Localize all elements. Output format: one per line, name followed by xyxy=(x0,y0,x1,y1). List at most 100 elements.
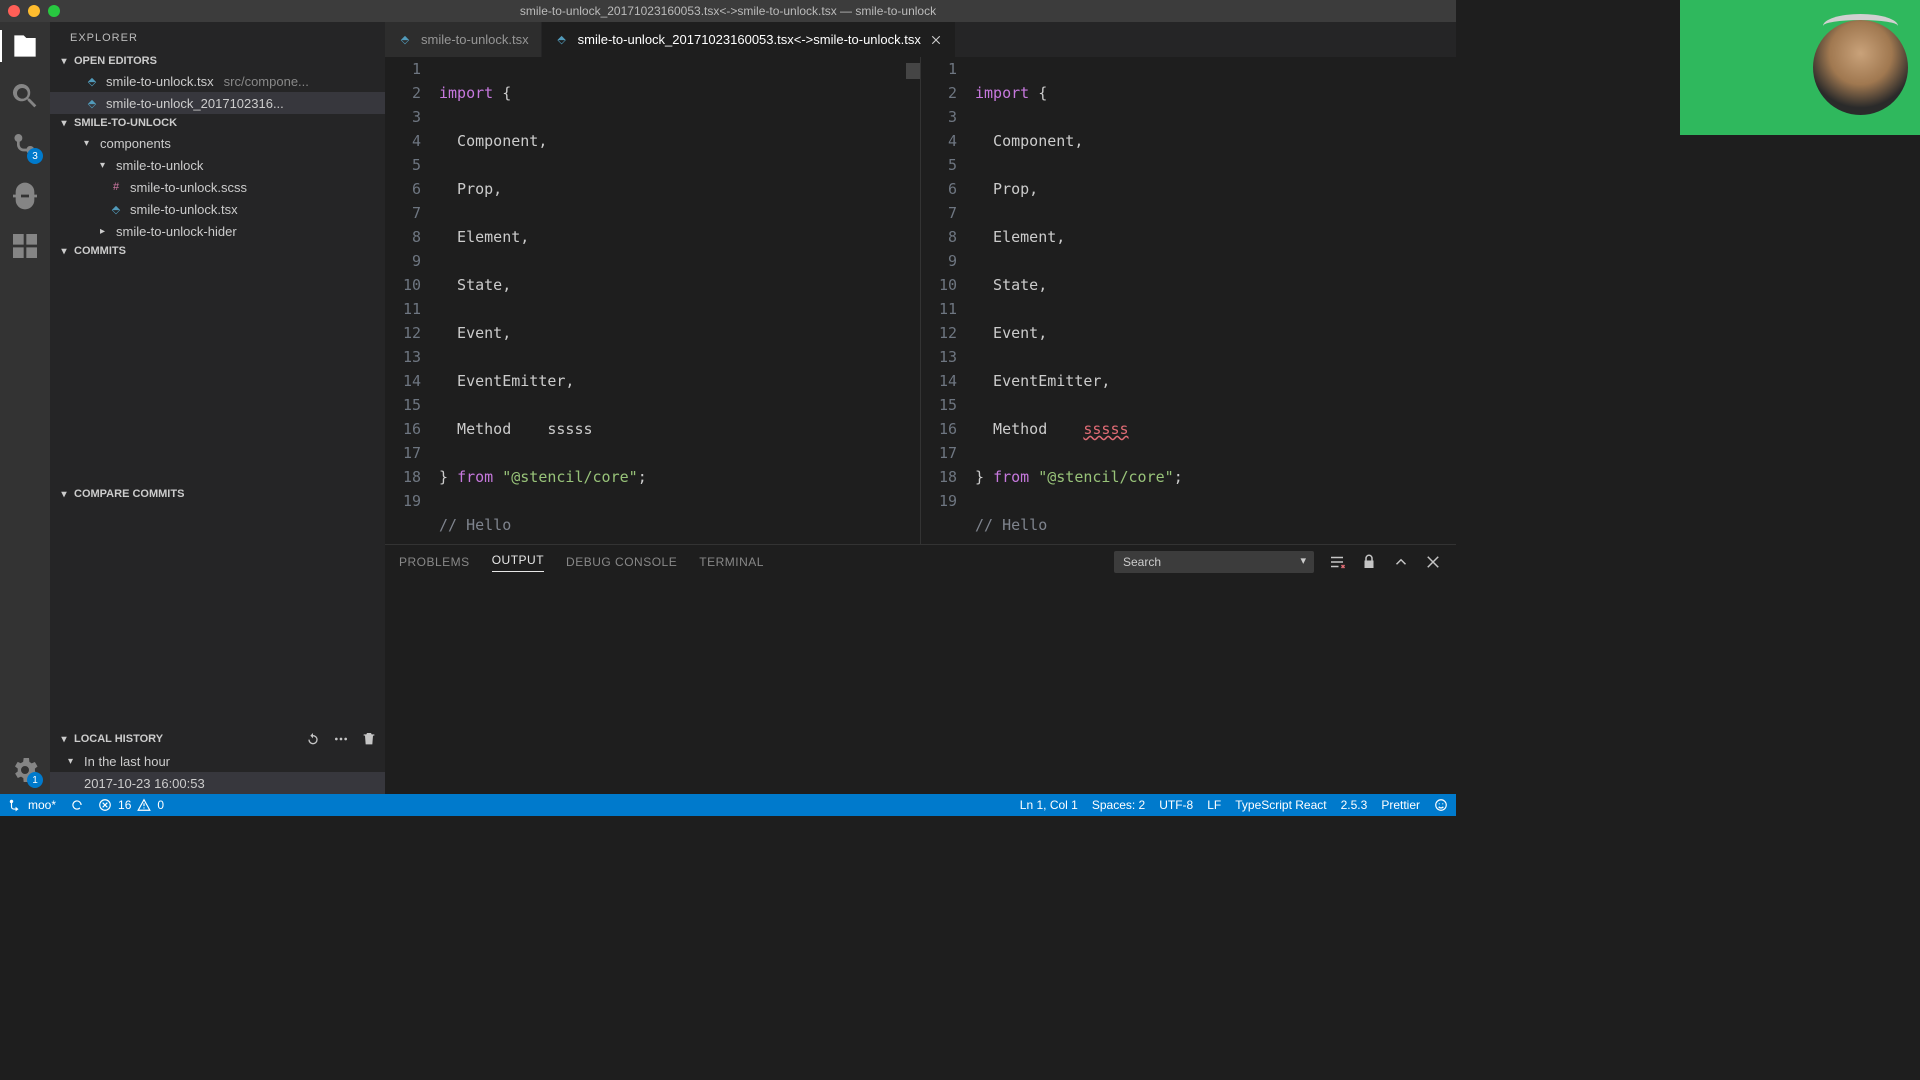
history-group[interactable]: ▾ In the last hour xyxy=(50,750,385,772)
prettier-status[interactable]: Prettier xyxy=(1381,798,1420,812)
tab-left[interactable]: ⬘ smile-to-unlock.tsx xyxy=(385,22,542,57)
expand-panel-icon[interactable] xyxy=(1392,553,1410,571)
local-history-header[interactable]: ▾ LOCAL HISTORY xyxy=(50,728,385,750)
feedback-icon[interactable] xyxy=(1434,798,1448,812)
folder-label: smile-to-unlock-hider xyxy=(116,224,237,239)
more-icon[interactable] xyxy=(333,731,349,747)
explorer-icon[interactable] xyxy=(9,30,41,62)
chevron-down-icon: ▾ xyxy=(58,246,70,257)
close-tab-icon[interactable] xyxy=(929,33,943,47)
output-channel-select[interactable]: Search xyxy=(1114,551,1314,573)
editor-area: ⬘ smile-to-unlock.tsx ⬘ smile-to-unlock_… xyxy=(385,22,1456,794)
diff-right-pane[interactable]: 12345678910111213141516171819 import { C… xyxy=(920,57,1456,544)
commits-header[interactable]: ▾ COMMITS xyxy=(50,242,385,260)
problems-status[interactable]: 16 0 xyxy=(98,798,164,812)
folder-smile-to-unlock[interactable]: ▾ smile-to-unlock xyxy=(50,154,385,176)
folder-hider[interactable]: ▸ smile-to-unlock-hider xyxy=(50,220,385,242)
folder-label: smile-to-unlock xyxy=(116,158,203,173)
scm-badge: 3 xyxy=(27,148,43,164)
open-editors-list: ⬘ smile-to-unlock.tsx src/compone... ⬘ s… xyxy=(50,70,385,114)
tab-label: smile-to-unlock.tsx xyxy=(421,32,529,47)
error-count: 16 xyxy=(118,798,131,812)
local-history-label: LOCAL HISTORY xyxy=(74,733,163,745)
commits-body xyxy=(50,260,385,485)
sidebar: EXPLORER ▾ OPEN EDITORS ⬘ smile-to-unloc… xyxy=(50,22,385,794)
minimize-window-button[interactable] xyxy=(28,5,40,17)
file-scss[interactable]: # smile-to-unlock.scss xyxy=(50,176,385,198)
clear-output-icon[interactable] xyxy=(1328,553,1346,571)
tab-diff[interactable]: ⬘ smile-to-unlock_20171023160053.tsx<->s… xyxy=(542,22,956,57)
branch-label: moo* xyxy=(28,798,56,812)
project-header[interactable]: ▾ SMILE-TO-UNLOCK xyxy=(50,114,385,132)
file-tsx[interactable]: ⬘ smile-to-unlock.tsx xyxy=(50,198,385,220)
language-status[interactable]: TypeScript React xyxy=(1235,798,1326,812)
settings-icon[interactable]: 1 xyxy=(9,754,41,786)
line-gutter: 12345678910111213141516171819 xyxy=(385,57,435,544)
open-editor-item[interactable]: ⬘ smile-to-unlock.tsx src/compone... xyxy=(50,70,385,92)
open-editor-item[interactable]: ⬘ smile-to-unlock_2017102316... xyxy=(50,92,385,114)
chevron-down-icon: ▾ xyxy=(100,160,110,171)
close-window-button[interactable] xyxy=(8,5,20,17)
output-body[interactable] xyxy=(385,579,1456,794)
compare-commits-header[interactable]: ▾ COMPARE COMMITS xyxy=(50,485,385,503)
typescript-version[interactable]: 2.5.3 xyxy=(1341,798,1368,812)
open-editors-header[interactable]: ▾ OPEN EDITORS xyxy=(50,52,385,70)
chevron-down-icon: ▾ xyxy=(84,138,94,149)
indentation-status[interactable]: Spaces: 2 xyxy=(1092,798,1145,812)
cursor-position[interactable]: Ln 1, Col 1 xyxy=(1020,798,1078,812)
minimap-thumb[interactable] xyxy=(906,63,920,79)
smiley-icon xyxy=(1434,798,1448,812)
window-title: smile-to-unlock_20171023160053.tsx<->smi… xyxy=(0,4,1456,18)
diff-left-pane[interactable]: 12345678910111213141516171819 import { C… xyxy=(385,57,920,544)
activity-bar: 3 1 xyxy=(0,22,50,794)
refresh-icon[interactable] xyxy=(305,731,321,747)
branch-status[interactable]: moo* xyxy=(8,798,56,812)
tsx-file-icon: ⬘ xyxy=(397,32,413,48)
diff-editor[interactable]: 12345678910111213141516171819 import { C… xyxy=(385,57,1456,544)
webcam-overlay xyxy=(1680,0,1920,135)
tab-output[interactable]: OUTPUT xyxy=(492,553,544,572)
close-panel-icon[interactable] xyxy=(1424,553,1442,571)
file-label: smile-to-unlock.tsx xyxy=(130,202,238,217)
warning-icon xyxy=(137,798,151,812)
tsx-file-icon: ⬘ xyxy=(554,32,570,48)
chevron-down-icon: ▾ xyxy=(68,756,78,767)
file-hint: src/compone... xyxy=(224,74,309,89)
tab-debug-console[interactable]: DEBUG CONSOLE xyxy=(566,555,677,569)
scss-file-icon: # xyxy=(108,179,124,195)
tab-terminal[interactable]: TERMINAL xyxy=(699,555,764,569)
debug-icon[interactable] xyxy=(9,180,41,212)
extensions-icon[interactable] xyxy=(9,230,41,262)
headset-icon xyxy=(1823,14,1898,38)
open-editors-label: OPEN EDITORS xyxy=(74,55,157,67)
zoom-window-button[interactable] xyxy=(48,5,60,17)
folder-label: components xyxy=(100,136,171,151)
warning-count: 0 xyxy=(157,798,164,812)
titlebar: smile-to-unlock_20171023160053.tsx<->smi… xyxy=(0,0,1456,22)
chevron-right-icon: ▸ xyxy=(100,226,110,237)
chevron-down-icon: ▾ xyxy=(58,118,70,129)
history-entry-label: 2017-10-23 16:00:53 xyxy=(84,776,205,791)
source-control-icon[interactable]: 3 xyxy=(9,130,41,162)
error-icon xyxy=(98,798,112,812)
folder-components[interactable]: ▾ components xyxy=(50,132,385,154)
chevron-down-icon: ▾ xyxy=(58,734,70,745)
code-left[interactable]: import { Component, Prop, Element, State… xyxy=(435,57,920,544)
sidebar-title: EXPLORER xyxy=(50,22,385,52)
tab-problems[interactable]: PROBLEMS xyxy=(399,555,470,569)
tab-label: smile-to-unlock_20171023160053.tsx<->smi… xyxy=(578,32,921,47)
file-label: smile-to-unlock_2017102316... xyxy=(106,96,284,111)
bottom-panel: PROBLEMS OUTPUT DEBUG CONSOLE TERMINAL S… xyxy=(385,544,1456,794)
search-icon[interactable] xyxy=(9,80,41,112)
trash-icon[interactable] xyxy=(361,731,377,747)
chevron-down-icon: ▾ xyxy=(58,489,70,500)
lock-scroll-icon[interactable] xyxy=(1360,553,1378,571)
git-branch-icon xyxy=(8,798,22,812)
tsx-file-icon: ⬘ xyxy=(84,73,100,89)
code-right[interactable]: import { Component, Prop, Element, State… xyxy=(971,57,1456,544)
history-entry[interactable]: 2017-10-23 16:00:53 xyxy=(50,772,385,794)
status-bar: moo* 16 0 Ln 1, Col 1 Spaces: 2 UTF-8 LF… xyxy=(0,794,1456,816)
encoding-status[interactable]: UTF-8 xyxy=(1159,798,1193,812)
sync-status[interactable] xyxy=(70,798,84,812)
eol-status[interactable]: LF xyxy=(1207,798,1221,812)
